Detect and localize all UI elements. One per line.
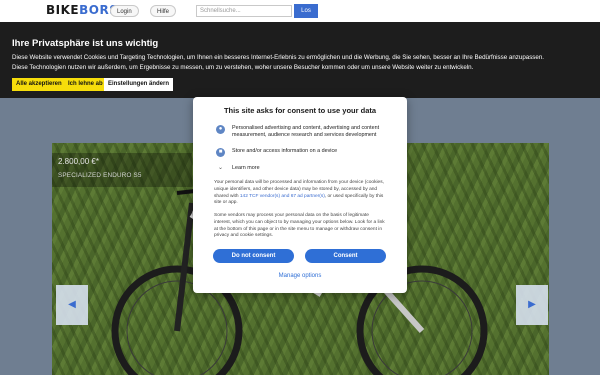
manage-options-link[interactable]: Manage options <box>193 273 407 279</box>
listing-price: 2.800,00 €* <box>58 157 99 166</box>
help-button[interactable]: Hilfe <box>150 5 177 17</box>
purpose-device-label: Store and/or access information on a dev… <box>232 148 338 154</box>
purpose-advertising-label: Personalised advertising and content, ad… <box>232 125 380 138</box>
prev-image-button[interactable]: ◀ <box>56 285 88 325</box>
consent-body-text-2: Some vendors may process your personal d… <box>214 213 385 239</box>
logo-main-text: BIKE <box>46 3 80 17</box>
purpose-advertising: ● Personalised advertising and content, … <box>216 125 386 147</box>
learn-more-label: Learn more <box>232 165 260 171</box>
consent-button[interactable]: Consent <box>305 249 386 263</box>
cookie-text-line-1: Diese Website verwendet Cookies und Targ… <box>12 54 544 61</box>
do-not-consent-button[interactable]: Do not consent <box>213 249 294 263</box>
vendors-link[interactable]: 142 TCF vendor(s) and 67 ad partner(s) <box>240 194 325 199</box>
device-icon: ■ <box>216 148 225 157</box>
search-input[interactable]: Schnellsuche... <box>196 5 292 17</box>
search-button[interactable]: Los <box>294 4 318 18</box>
cookie-banner: Ihre Privatsphäre ist uns wichtig Diese … <box>0 22 600 98</box>
cookie-banner-text: Diese Website verwendet Cookies und Targ… <box>12 53 592 72</box>
consent-body-text: Your personal data will be processed and… <box>214 180 386 207</box>
purpose-device-storage: ■ Store and/or access information on a d… <box>216 148 386 158</box>
learn-more-toggle[interactable]: ⌄ Learn more <box>216 165 386 174</box>
cookie-text-line-2: Diese Technologien nutzen wir außerdem, … <box>12 63 474 71</box>
change-settings-button[interactable]: Einstellungen ändern <box>104 78 174 91</box>
next-image-button[interactable]: ▶ <box>516 285 548 325</box>
decline-button[interactable]: Ich lehne ab <box>64 78 107 91</box>
consent-dialog: This site asks for consent to use your d… <box>193 97 407 293</box>
person-icon: ● <box>216 125 225 134</box>
cookie-banner-title: Ihre Privatsphäre ist uns wichtig <box>12 38 159 49</box>
listing-title: SPECIALIZED ENDURO S5 <box>58 172 142 179</box>
site-header: BIKEBORSE Login Hilfe Schnellsuche... Lo… <box>0 0 600 22</box>
accept-all-button[interactable]: Alle akzeptieren <box>12 78 66 91</box>
consent-dialog-title: This site asks for consent to use your d… <box>223 106 377 115</box>
chevron-down-icon: ⌄ <box>218 165 224 171</box>
login-button[interactable]: Login <box>110 5 139 17</box>
